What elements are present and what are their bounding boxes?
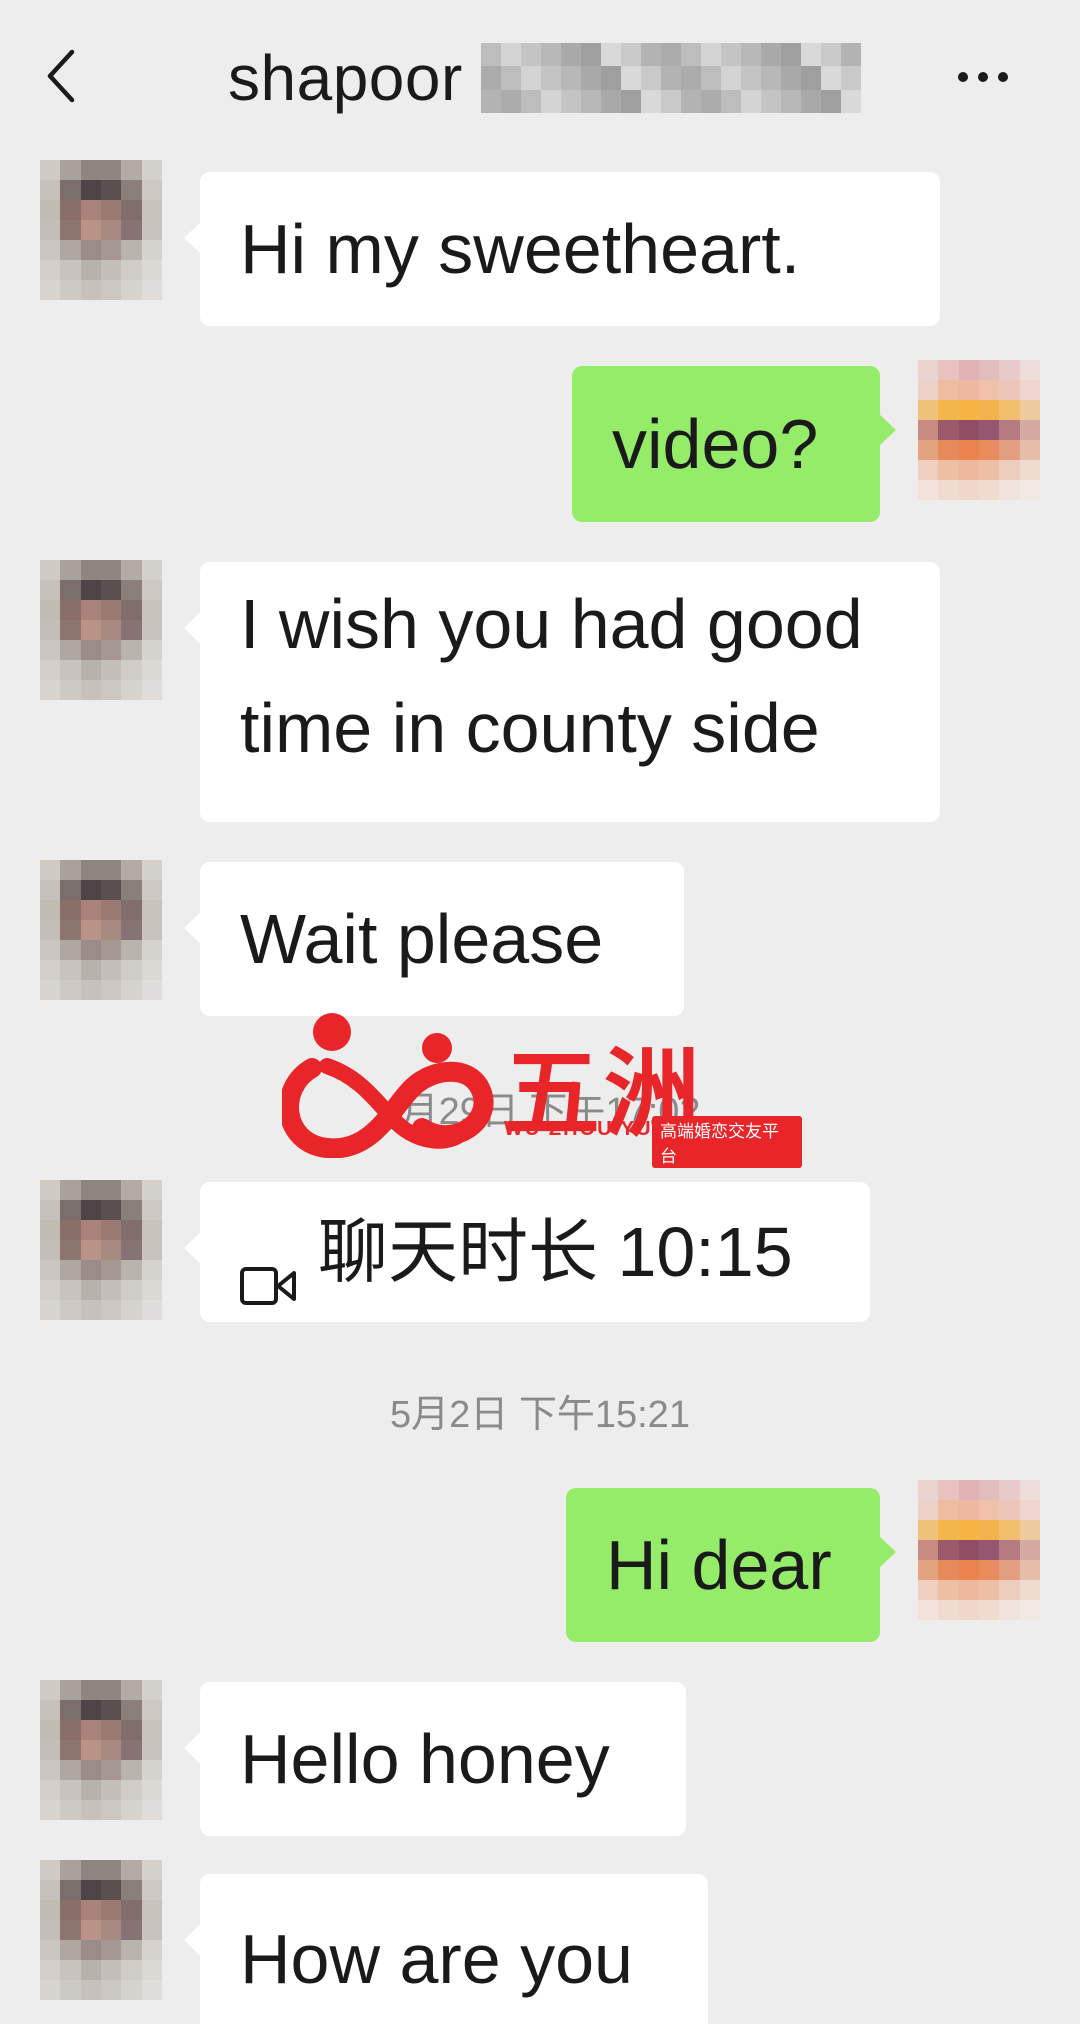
contact-avatar[interactable] bbox=[40, 860, 162, 1000]
back-button[interactable] bbox=[40, 44, 84, 108]
watermark-subtitle-cn: 高端婚恋交友平台 bbox=[652, 1116, 802, 1168]
chat-header: shapoor bbox=[0, 0, 1080, 150]
self-avatar[interactable] bbox=[918, 360, 1040, 500]
contact-avatar[interactable] bbox=[40, 560, 162, 700]
infinity-people-logo-icon bbox=[279, 1013, 494, 1159]
message-text: video? bbox=[612, 405, 819, 483]
message-bubble-incoming[interactable]: How are you bbox=[184, 1874, 708, 2024]
message-text: Hi dear bbox=[606, 1526, 832, 1604]
message-text: How are you bbox=[240, 1920, 633, 1998]
contact-avatar[interactable] bbox=[40, 160, 162, 300]
message-text: Hello honey bbox=[240, 1720, 610, 1798]
message-text: Wait please bbox=[240, 900, 604, 978]
message-text: I wish you had good time in county side bbox=[240, 572, 863, 780]
message-line: time in county side bbox=[240, 689, 820, 767]
message-bubble-incoming[interactable]: Hello honey bbox=[184, 1682, 686, 1836]
more-options-button[interactable] bbox=[958, 62, 1022, 92]
message-text: Hi my sweetheart. bbox=[240, 210, 801, 288]
message-bubble-incoming[interactable]: I wish you had good time in county side bbox=[184, 562, 940, 822]
contact-avatar[interactable] bbox=[40, 1680, 162, 1820]
message-bubble-outgoing[interactable]: video? bbox=[572, 366, 896, 522]
chat-title: shapoor bbox=[228, 38, 861, 118]
message-bubble-incoming[interactable]: Wait please bbox=[184, 862, 684, 1016]
contact-avatar[interactable] bbox=[40, 1180, 162, 1320]
redacted-name-mosaic bbox=[480, 43, 861, 113]
call-duration-text: 聊天时长 10:15 bbox=[318, 1213, 793, 1291]
ellipsis-icon bbox=[958, 72, 968, 82]
contact-name: shapoor bbox=[228, 42, 463, 114]
timestamp: 5月2日 下午15:21 bbox=[390, 1394, 690, 1436]
video-call-record-bubble[interactable]: 聊天时长 10:15 bbox=[184, 1182, 870, 1322]
message-bubble-incoming[interactable]: Hi my sweetheart. bbox=[184, 172, 940, 326]
message-line: I wish you had good bbox=[240, 585, 863, 663]
chat-screen: shapoor Hi my sweetheart. video? I wish … bbox=[0, 0, 1080, 2024]
message-bubble-outgoing[interactable]: Hi dear bbox=[566, 1488, 896, 1642]
self-avatar[interactable] bbox=[918, 1480, 1040, 1620]
video-call-icon bbox=[240, 1231, 296, 1305]
watermark-logo: 五洲缘 WU ZHOU YUAN 高端婚恋交友平台 bbox=[279, 1008, 802, 1289]
contact-avatar[interactable] bbox=[40, 1860, 162, 2000]
ellipsis-icon bbox=[978, 72, 988, 82]
ellipsis-icon bbox=[998, 72, 1008, 82]
chevron-left-icon bbox=[47, 49, 75, 103]
